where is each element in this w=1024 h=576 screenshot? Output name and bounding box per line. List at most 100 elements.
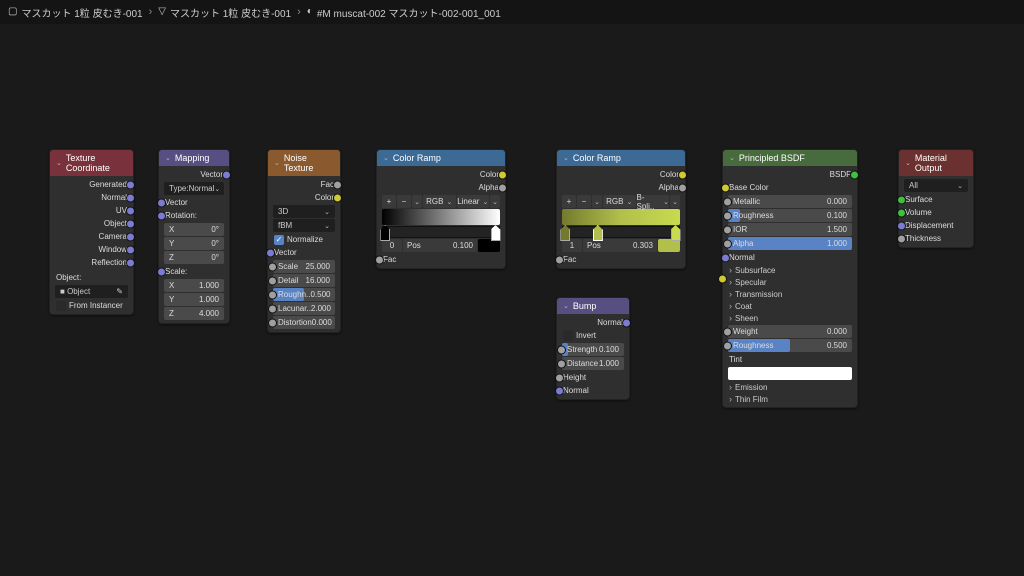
socket[interactable] <box>126 206 135 215</box>
socket[interactable] <box>718 274 727 283</box>
breadcrumb-item[interactable]: ▽マスカット 1粒 皮むき-001 <box>158 5 291 20</box>
panel-transmission[interactable]: Transmission <box>726 288 854 300</box>
socket[interactable] <box>557 345 566 354</box>
noise-dim[interactable]: 3D⌄ <box>273 205 335 218</box>
noise-scale[interactable]: Scale25.000 <box>273 260 335 273</box>
bsdf-alpha[interactable]: Alpha1.000 <box>728 237 852 250</box>
socket[interactable] <box>723 197 732 206</box>
breadcrumb-item[interactable]: ▢マスカット 1粒 皮むき-001 <box>8 5 143 20</box>
socket[interactable] <box>222 170 231 179</box>
socket[interactable] <box>897 208 906 217</box>
socket[interactable] <box>897 234 906 243</box>
ramp-tools[interactable]: ⌄ <box>490 195 500 208</box>
socket[interactable] <box>723 211 732 220</box>
noise-lacunarity[interactable]: Lacunar..2.000 <box>273 302 335 315</box>
socket[interactable] <box>268 304 277 313</box>
ramp-interp[interactable]: B-Spli..⌄ <box>637 195 670 208</box>
ramp-interp[interactable]: Linear⌄ <box>457 195 490 208</box>
bsdf-ior[interactable]: IOR1.500 <box>728 223 852 236</box>
socket[interactable] <box>126 193 135 202</box>
socket[interactable] <box>333 193 342 202</box>
socket[interactable] <box>622 318 631 327</box>
socket[interactable] <box>723 239 732 248</box>
socket[interactable] <box>157 267 166 276</box>
socket[interactable] <box>268 262 277 271</box>
breadcrumb-item[interactable]: ◐#M muscat-002 マスカット-002-001_001 <box>307 5 501 20</box>
socket[interactable] <box>850 170 859 179</box>
socket[interactable] <box>126 258 135 267</box>
panel-coat[interactable]: Coat <box>726 300 854 312</box>
rot-z[interactable]: Z0° <box>164 251 224 264</box>
socket[interactable] <box>555 373 564 382</box>
node-mapping[interactable]: ⌄Mapping Vector Type:Normal⌄ Vector Rota… <box>158 149 230 324</box>
node-color-ramp-2[interactable]: ⌄Color Ramp Color Alpha + − ⌄ RGB⌄ B-Spl… <box>556 149 686 269</box>
object-picker[interactable]: ■ Object✎ <box>55 285 128 298</box>
socket[interactable] <box>126 232 135 241</box>
socket[interactable] <box>498 170 507 179</box>
stop-pos[interactable]: Pos0.100 <box>403 239 477 252</box>
socket[interactable] <box>555 255 564 264</box>
noise-distortion[interactable]: Distortion0.000 <box>273 316 335 329</box>
ramp-mode[interactable]: RGB⌄ <box>603 195 636 208</box>
output-target[interactable]: All⌄ <box>904 179 968 192</box>
socket[interactable] <box>126 245 135 254</box>
socket[interactable] <box>557 359 566 368</box>
ramp-add[interactable]: + <box>562 195 576 208</box>
rot-x[interactable]: X0° <box>164 223 224 236</box>
bsdf-weight[interactable]: Weight0.000 <box>728 325 852 338</box>
mapping-type[interactable]: Type:Normal⌄ <box>164 182 224 195</box>
ramp-tools[interactable]: ⌄ <box>670 195 680 208</box>
invert-check[interactable] <box>563 331 573 341</box>
socket[interactable] <box>268 318 277 327</box>
rot-y[interactable]: Y0° <box>164 237 224 250</box>
noise-roughness[interactable]: Roughn..0.500 <box>273 288 335 301</box>
socket[interactable] <box>678 183 687 192</box>
socket[interactable] <box>333 180 342 189</box>
bump-distance[interactable]: Distance1.000 <box>562 357 624 370</box>
socket[interactable] <box>678 170 687 179</box>
collapse-icon[interactable]: ⌄ <box>56 159 62 167</box>
panel-emission[interactable]: Emission <box>726 381 854 393</box>
socket[interactable] <box>126 180 135 189</box>
socket[interactable] <box>723 225 732 234</box>
socket[interactable] <box>723 341 732 350</box>
ramp-menu[interactable]: ⌄ <box>412 195 422 208</box>
panel-specular[interactable]: Specular <box>726 276 854 288</box>
node-bump[interactable]: ⌄Bump Normal Invert Strength0.100 Distan… <box>556 297 630 400</box>
socket[interactable] <box>721 183 730 192</box>
socket[interactable] <box>157 211 166 220</box>
panel-thinfilm[interactable]: Thin Film <box>726 393 854 405</box>
socket[interactable] <box>555 386 564 395</box>
normalize-check[interactable]: ✓ <box>274 235 284 245</box>
panel-sheen[interactable]: Sheen <box>726 312 854 324</box>
panel-subsurface[interactable]: Subsurface <box>726 264 854 276</box>
socket[interactable] <box>897 195 906 204</box>
node-color-ramp-1[interactable]: ⌄Color Ramp Color Alpha + − ⌄ RGB⌄ Linea… <box>376 149 506 269</box>
ramp-gradient[interactable] <box>562 209 680 225</box>
socket[interactable] <box>157 198 166 207</box>
socket[interactable] <box>897 221 906 230</box>
bsdf-metallic[interactable]: Metallic0.000 <box>728 195 852 208</box>
scale-x[interactable]: X1.000 <box>164 279 224 292</box>
node-texture-coordinate[interactable]: ⌄Texture Coordinate Generated Normal UV … <box>49 149 134 315</box>
bsdf-roughness[interactable]: Roughness0.100 <box>728 209 852 222</box>
socket[interactable] <box>723 327 732 336</box>
socket[interactable] <box>126 219 135 228</box>
noise-detail[interactable]: Detail16.000 <box>273 274 335 287</box>
scale-z[interactable]: Z4.000 <box>164 307 224 320</box>
socket[interactable] <box>268 290 277 299</box>
scale-y[interactable]: Y1.000 <box>164 293 224 306</box>
socket[interactable] <box>375 255 384 264</box>
socket[interactable] <box>721 253 730 262</box>
bump-strength[interactable]: Strength0.100 <box>562 343 624 356</box>
noise-type[interactable]: fBM⌄ <box>273 219 335 232</box>
node-noise-texture[interactable]: ⌄Noise Texture Fac Color 3D⌄ fBM⌄ ✓Norma… <box>267 149 341 333</box>
ramp-remove[interactable]: − <box>397 195 411 208</box>
ramp-add[interactable]: + <box>382 195 396 208</box>
from-instancer-check[interactable] <box>56 301 66 311</box>
socket[interactable] <box>266 248 275 257</box>
socket[interactable] <box>498 183 507 192</box>
ramp-menu[interactable]: ⌄ <box>592 195 602 208</box>
bsdf-sheen-rough[interactable]: Roughness0.500 <box>728 339 852 352</box>
tint-swatch[interactable] <box>728 367 852 380</box>
